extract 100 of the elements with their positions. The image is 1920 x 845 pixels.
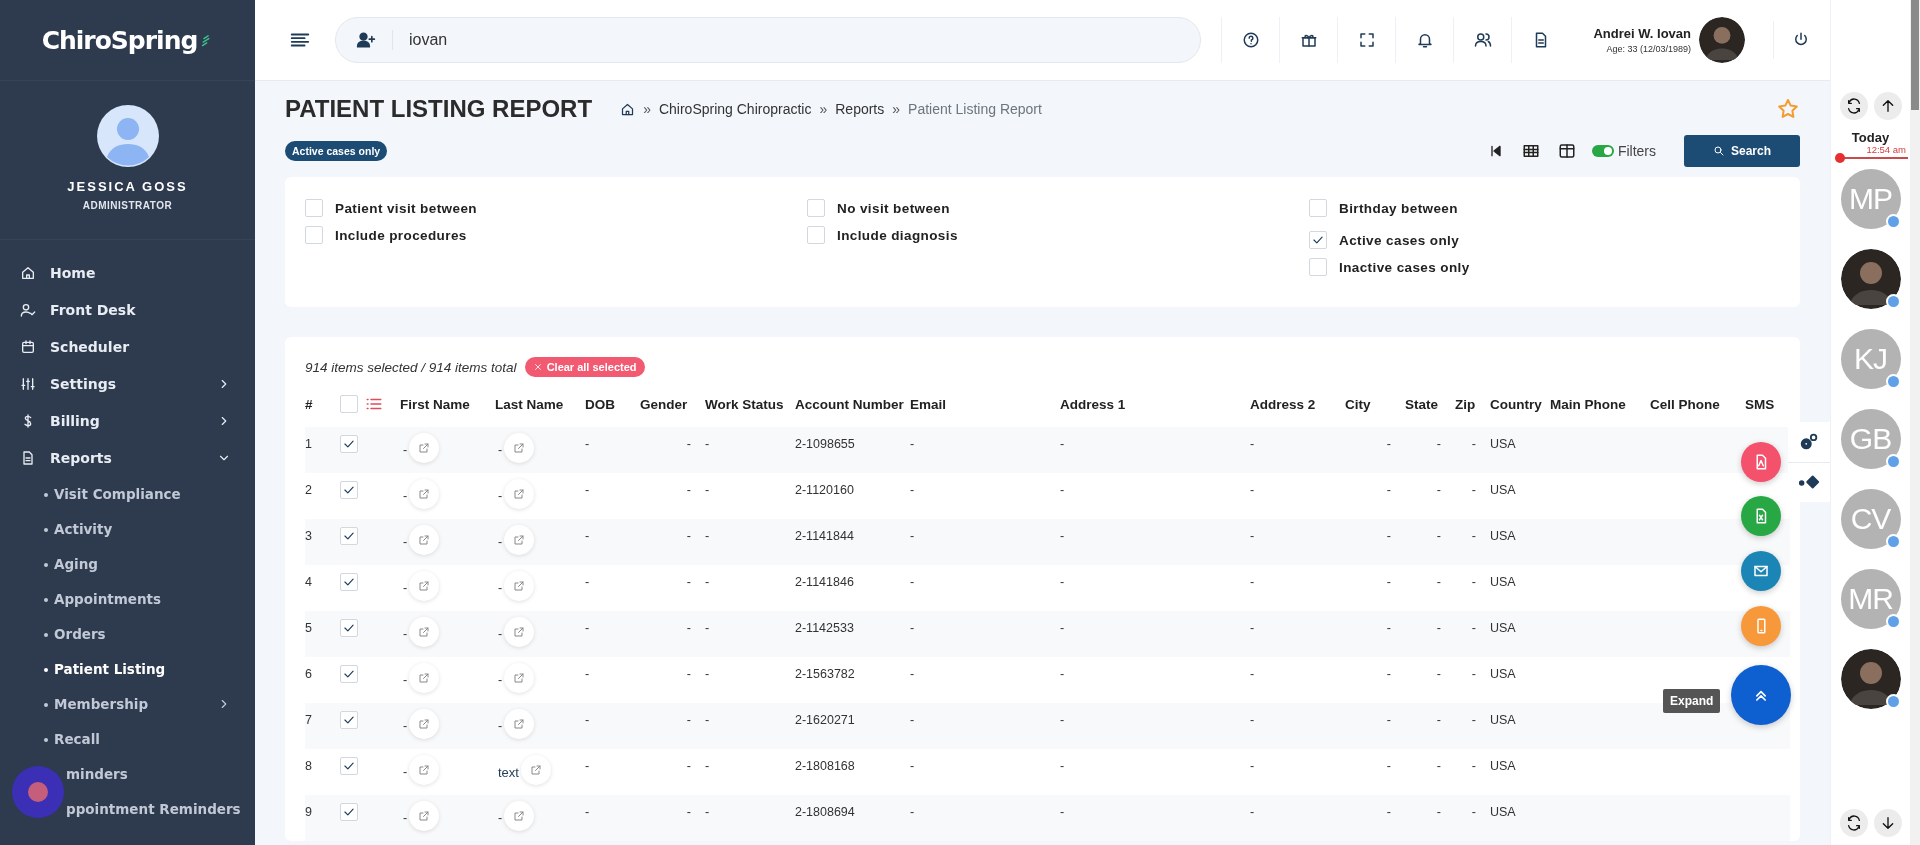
nav-item[interactable]: Home xyxy=(0,254,255,291)
column-header[interactable]: City xyxy=(1345,396,1405,412)
chat-button[interactable] xyxy=(12,766,64,818)
table-cell-text: - xyxy=(1470,482,1477,497)
nav-subitem[interactable]: Aging xyxy=(0,546,255,581)
breadcrumb-link[interactable]: ChiroSpring Chiropractic xyxy=(658,101,812,117)
column-header[interactable]: Work Status xyxy=(705,396,795,412)
checkbox-label: Active cases only xyxy=(1339,232,1460,248)
refresh-icon xyxy=(1845,815,1862,831)
refresh-button[interactable] xyxy=(1839,809,1868,837)
checkbox[interactable] xyxy=(1309,231,1327,249)
users-icon[interactable] xyxy=(1474,31,1492,49)
bell-icon[interactable] xyxy=(1416,31,1434,49)
checkbox[interactable] xyxy=(340,481,358,499)
table-cell-text: - xyxy=(1435,666,1442,681)
table-cell-text: - xyxy=(705,482,711,497)
nav-item[interactable]: Front Desk xyxy=(0,291,255,328)
checkbox[interactable] xyxy=(340,711,358,729)
checkbox[interactable] xyxy=(1309,258,1327,276)
column-header[interactable]: DOB xyxy=(585,396,640,412)
scroll-up-button[interactable] xyxy=(1873,92,1902,120)
table-cell-text: USA xyxy=(1490,666,1517,681)
table-cell-text: - xyxy=(497,626,503,641)
nav-subitem[interactable]: Visit Compliance xyxy=(0,476,255,511)
nav-item[interactable]: Scheduler xyxy=(0,328,255,365)
checkbox[interactable] xyxy=(305,199,323,217)
filters-toggle[interactable]: Filters xyxy=(1591,143,1656,159)
table-cell-text: - xyxy=(705,758,711,773)
checkbox-label: No visit between xyxy=(837,200,950,216)
column-header[interactable]: Cell Phone xyxy=(1650,396,1745,412)
table-cell-text: 2-1098655 xyxy=(795,436,856,451)
home-icon[interactable] xyxy=(620,101,636,117)
column-header[interactable]: State xyxy=(1405,396,1455,412)
nav-subitem[interactable]: minders xyxy=(0,756,255,791)
checkbox[interactable] xyxy=(340,803,358,821)
nav-subitem[interactable]: Membership xyxy=(0,686,255,721)
column-header[interactable]: Country xyxy=(1490,396,1550,412)
brand-logo[interactable]: ChiroSpring xyxy=(41,25,198,55)
column-header[interactable]: Last Name xyxy=(495,396,585,412)
scroll-down-button[interactable] xyxy=(1873,809,1902,837)
refresh-button[interactable] xyxy=(1839,92,1868,120)
table-cell-text: - xyxy=(1435,758,1442,773)
nav-subitem[interactable]: Orders xyxy=(0,616,255,651)
user-avatar xyxy=(96,105,159,167)
column-header[interactable]: Main Phone xyxy=(1550,396,1650,412)
table-cell-text: - xyxy=(1385,482,1392,497)
checkbox[interactable] xyxy=(340,395,358,413)
nav-item[interactable]: Reports xyxy=(0,439,255,476)
table-cell-text: - xyxy=(685,482,692,497)
nav-subitem[interactable]: Recall xyxy=(0,721,255,756)
checkbox[interactable] xyxy=(1309,199,1327,217)
favorite-star-icon[interactable] xyxy=(1776,97,1800,121)
nav-subitem[interactable]: Appointments xyxy=(0,581,255,616)
table-cell-text: - xyxy=(402,672,408,687)
column-header[interactable]: SMS xyxy=(1745,396,1790,412)
x-icon xyxy=(532,362,543,372)
table-cell-text: - xyxy=(585,436,591,451)
table-cell-text: - xyxy=(1470,528,1477,543)
power-button[interactable] xyxy=(1773,21,1810,59)
checkbox[interactable] xyxy=(340,665,358,683)
nav-subitem[interactable]: Patient Listing xyxy=(0,651,255,686)
table-cell-text: - xyxy=(1385,804,1392,819)
checkbox[interactable] xyxy=(807,226,825,244)
checkbox-label: Birthday between xyxy=(1339,200,1458,216)
external-link-icon xyxy=(513,672,526,684)
fullscreen-icon[interactable] xyxy=(1358,31,1376,49)
row-number: 1 xyxy=(305,436,313,451)
external-link-icon xyxy=(418,488,431,500)
column-header[interactable]: Account Number xyxy=(795,396,910,412)
nav-item[interactable]: Billing xyxy=(0,402,255,439)
checkbox[interactable] xyxy=(340,435,358,453)
search-button[interactable]: Search xyxy=(1684,135,1800,167)
nav-subitem[interactable]: Activity xyxy=(0,511,255,546)
nav-item[interactable]: Settings xyxy=(0,365,255,402)
table-cell-text: - xyxy=(1250,712,1256,727)
checkbox[interactable] xyxy=(340,757,358,775)
nav-subitem[interactable]: ppointment Reminders xyxy=(0,791,255,826)
table-cell-text: - xyxy=(1470,574,1477,589)
scrollbar[interactable] xyxy=(1910,0,1920,845)
calendar-icon xyxy=(20,338,36,355)
breadcrumb-link[interactable]: Patient Listing Report xyxy=(908,101,1042,117)
table-cell-text: - xyxy=(910,482,916,497)
table-cell-text: - xyxy=(1060,712,1066,727)
checkbox[interactable] xyxy=(340,527,358,545)
column-header[interactable]: Zip xyxy=(1455,396,1490,412)
column-header[interactable]: Address 2 xyxy=(1250,396,1345,412)
column-header[interactable]: Email xyxy=(910,396,1060,412)
checkbox[interactable] xyxy=(340,619,358,637)
column-header[interactable]: Address 1 xyxy=(1060,396,1250,412)
checkbox[interactable] xyxy=(305,226,323,244)
column-header[interactable]: First Name xyxy=(400,396,495,412)
checkbox[interactable] xyxy=(807,199,825,217)
breadcrumb-link[interactable]: Reports xyxy=(835,101,885,117)
checkbox[interactable] xyxy=(340,573,358,591)
column-header[interactable]: Gender xyxy=(640,396,705,412)
table-cell-text: - xyxy=(685,712,692,727)
table-cell-text: - xyxy=(497,672,503,687)
table-cell-text: 2-1141846 xyxy=(795,574,855,589)
search-input[interactable]: iovan xyxy=(392,30,711,50)
help-icon[interactable] xyxy=(1242,31,1260,49)
